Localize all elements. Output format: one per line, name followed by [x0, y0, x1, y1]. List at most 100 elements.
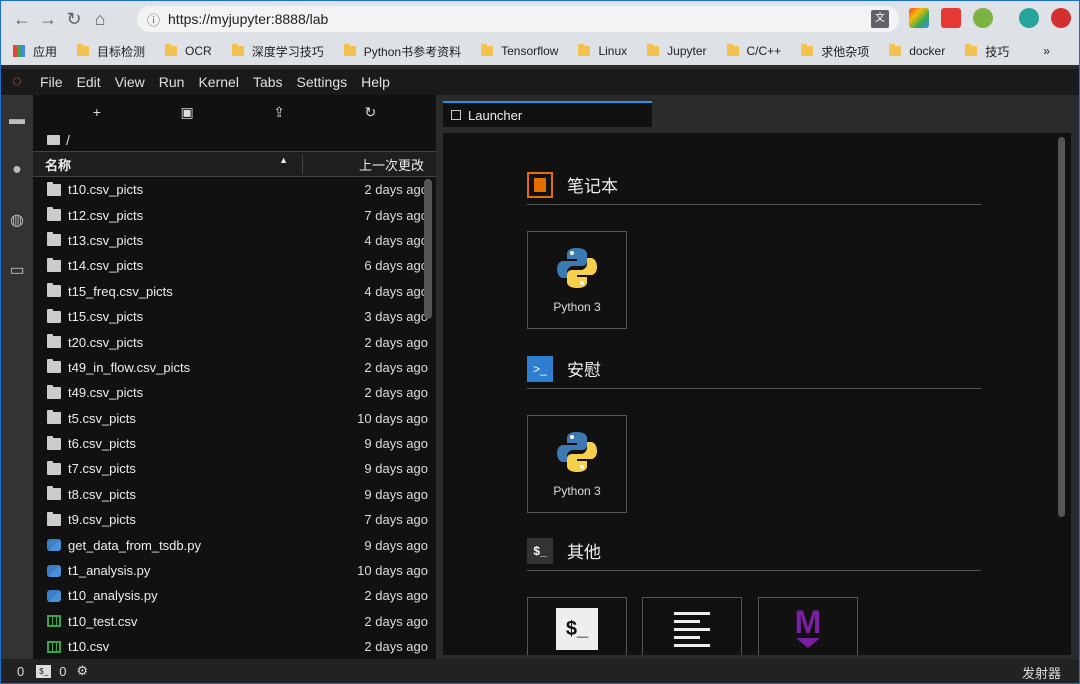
- file-modified: 6 days ago: [364, 258, 428, 274]
- file-row[interactable]: t10.csv 2 days ago: [33, 634, 436, 657]
- new-launcher-icon[interactable]: +: [93, 104, 101, 120]
- extension-icons: [909, 8, 1071, 28]
- bookmark-item[interactable]: OCR: [165, 44, 212, 58]
- kernel-count[interactable]: 0: [17, 664, 24, 679]
- file-name: get_data_from_tsdb.py: [68, 537, 201, 553]
- file-name: t1_analysis.py: [68, 563, 151, 579]
- extension-icon[interactable]: [1051, 8, 1071, 28]
- column-modified[interactable]: 上一次更改: [303, 155, 436, 174]
- scrollbar[interactable]: [1058, 137, 1065, 517]
- menu-view[interactable]: View: [108, 74, 152, 90]
- file-row[interactable]: t10_test.csv 2 days ago: [33, 609, 436, 634]
- file-row[interactable]: t10_analysis.py 2 days ago: [33, 583, 436, 608]
- markdown-card[interactable]: M: [758, 597, 858, 655]
- file-row[interactable]: t20.csv_picts 2 days ago: [33, 329, 436, 354]
- file-row[interactable]: t49_in_flow.csv_picts 2 days ago: [33, 355, 436, 380]
- refresh-icon[interactable]: ↻: [364, 104, 376, 121]
- folder-icon: [231, 44, 244, 56]
- status-bar: 0 $_ 0 ⚙ 发射器: [1, 659, 1079, 683]
- text-file-card[interactable]: [642, 597, 742, 655]
- file-row[interactable]: get_data_from_tsdb.py 9 days ago: [33, 532, 436, 557]
- browser-toolbar: ← → ↻ ⌂ ⓘ https://myjupyter:8888/lab 文: [1, 1, 1079, 37]
- bookmark-item[interactable]: docker: [889, 44, 945, 58]
- terminal-card[interactable]: $_: [527, 597, 627, 655]
- menu-settings[interactable]: Settings: [290, 74, 355, 90]
- folder-icon[interactable]: ▬: [1, 95, 33, 145]
- file-row[interactable]: t7.csv_picts 9 days ago: [33, 456, 436, 481]
- menu-help[interactable]: Help: [354, 74, 397, 90]
- folder-icon: [47, 181, 61, 196]
- folder-icon[interactable]: [47, 135, 60, 145]
- file-name: t10_test.csv: [68, 613, 138, 629]
- file-row[interactable]: t8.csv_picts 9 days ago: [33, 482, 436, 507]
- bookmark-item[interactable]: Linux: [578, 44, 627, 58]
- folder-icon: [801, 44, 814, 56]
- terminal-status-icon[interactable]: $_: [36, 664, 52, 678]
- palette-icon[interactable]: ◍: [1, 195, 33, 245]
- bookmark-item[interactable]: Jupyter: [647, 44, 707, 58]
- file-row[interactable]: t5.csv_picts 10 days ago: [33, 406, 436, 431]
- address-bar[interactable]: ⓘ https://myjupyter:8888/lab 文: [137, 6, 899, 32]
- file-name: t15.csv_picts: [68, 309, 144, 325]
- extension-icon[interactable]: [973, 8, 993, 28]
- file-row[interactable]: t15_freq.csv_picts 4 days ago: [33, 279, 436, 304]
- back-icon[interactable]: ←: [9, 6, 35, 32]
- menu-edit[interactable]: Edit: [70, 74, 108, 90]
- file-row[interactable]: t49.csv_picts 2 days ago: [33, 380, 436, 405]
- running-icon[interactable]: ●: [1, 145, 33, 195]
- bookmark-item[interactable]: 目标检测: [77, 43, 145, 60]
- info-icon[interactable]: ⓘ: [147, 10, 160, 29]
- file-modified: 9 days ago: [364, 461, 428, 477]
- file-row[interactable]: t13.csv_picts 4 days ago: [33, 228, 436, 253]
- file-row[interactable]: t1_analysis.py 10 days ago: [33, 558, 436, 583]
- sort-up-icon: ▲: [279, 154, 288, 165]
- bookmark-item[interactable]: 深度学习技巧: [231, 43, 324, 60]
- tabs-icon[interactable]: ▭: [1, 245, 33, 295]
- menu-run[interactable]: Run: [152, 74, 192, 90]
- bookmark-item[interactable]: 求他杂项: [801, 43, 869, 60]
- extension-icon[interactable]: [909, 8, 929, 28]
- extension-icon[interactable]: [1019, 8, 1039, 28]
- extension-icon[interactable]: [941, 8, 961, 28]
- file-row[interactable]: t9.csv_picts 7 days ago: [33, 507, 436, 532]
- bookmark-item[interactable]: C/C++: [726, 44, 781, 58]
- settings-icon[interactable]: ⚙: [76, 663, 88, 679]
- file-name: t15_freq.csv_picts: [68, 283, 173, 299]
- markdown-icon: M: [794, 604, 822, 640]
- file-modified: 2 days ago: [364, 613, 428, 629]
- home-icon[interactable]: ⌂: [87, 6, 113, 32]
- bookmark-apps[interactable]: 应用: [13, 43, 57, 60]
- reload-icon[interactable]: ↻: [61, 6, 87, 32]
- bookmark-item[interactable]: Tensorflow: [481, 44, 558, 58]
- python-file-icon: [47, 539, 61, 552]
- tab-launcher[interactable]: Launcher: [443, 101, 652, 127]
- console-python3-card[interactable]: Python 3: [527, 415, 627, 513]
- terminal-count[interactable]: 0: [59, 664, 66, 679]
- upload-icon[interactable]: ⇪: [273, 104, 285, 121]
- bookmark-item[interactable]: Python书参考资料: [343, 43, 461, 60]
- file-row[interactable]: t14.csv_picts 6 days ago: [33, 253, 436, 278]
- csv-file-icon: [47, 640, 61, 653]
- file-row[interactable]: t6.csv_picts 9 days ago: [33, 431, 436, 456]
- file-row[interactable]: t12.csv_picts 7 days ago: [33, 202, 436, 227]
- file-modified: 7 days ago: [364, 207, 428, 223]
- forward-icon[interactable]: →: [35, 6, 61, 32]
- scrollbar[interactable]: [424, 179, 432, 319]
- menu-file[interactable]: File: [33, 74, 70, 90]
- column-name[interactable]: 名称 ▲: [33, 154, 303, 174]
- bookmarks-overflow[interactable]: »: [1043, 44, 1050, 58]
- bookmark-item[interactable]: 技巧: [965, 43, 1009, 60]
- bookmarks-bar: 应用 目标检测 OCR 深度学习技巧 Python书参考资料 Tensorflo…: [1, 37, 1079, 65]
- menu-tabs[interactable]: Tabs: [246, 74, 290, 90]
- menu-kernel[interactable]: Kernel: [191, 74, 245, 90]
- panel-splitter[interactable]: [436, 95, 443, 659]
- file-row[interactable]: t15.csv_picts 3 days ago: [33, 304, 436, 329]
- translate-icon[interactable]: 文: [871, 10, 889, 28]
- breadcrumb-path[interactable]: /: [66, 132, 70, 148]
- new-folder-icon[interactable]: ▣: [180, 104, 193, 121]
- file-row[interactable]: t10.csv_picts 2 days ago: [33, 177, 436, 202]
- launcher-status: 发射器: [1021, 666, 1061, 681]
- notebook-python3-card[interactable]: Python 3: [527, 231, 627, 329]
- csv-file-icon: [47, 615, 61, 628]
- folder-icon: [647, 44, 660, 56]
